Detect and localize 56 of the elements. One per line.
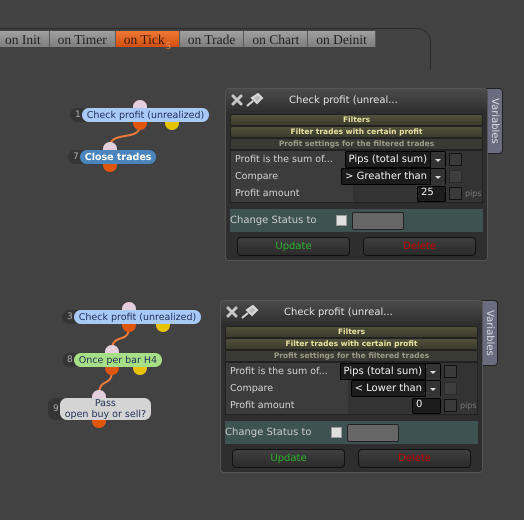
checkbox[interactable] xyxy=(449,187,462,200)
update-button[interactable]: Update xyxy=(232,449,345,468)
event-tab[interactable]: on Chart xyxy=(244,31,308,47)
field-label: Compare xyxy=(226,380,348,397)
caret-icon xyxy=(425,380,440,396)
node-label[interactable]: Pass open buy or sell? xyxy=(60,398,152,420)
input-port[interactable] xyxy=(105,345,119,353)
close-icon[interactable] xyxy=(231,94,243,106)
unit-label: pips xyxy=(465,189,480,198)
input-field[interactable] xyxy=(347,424,399,442)
dropdown[interactable]: Pips (total sum) xyxy=(344,151,446,168)
field-label: Profit is the sum of... xyxy=(231,151,345,168)
input-field[interactable] xyxy=(352,212,404,230)
output-port[interactable] xyxy=(103,164,117,172)
field-label: Compare xyxy=(231,168,342,185)
pin-icon[interactable] xyxy=(246,93,264,107)
output-port[interactable] xyxy=(122,324,136,332)
checkbox[interactable] xyxy=(444,399,457,412)
field-label: Profit amount xyxy=(226,397,348,414)
output-port[interactable] xyxy=(92,420,106,428)
event-tab[interactable]: on Timer xyxy=(50,31,116,47)
event-tab[interactable]: on Init xyxy=(0,31,50,47)
update-button[interactable]: Update xyxy=(237,237,350,256)
field-label: Profit is the sum of... xyxy=(226,363,340,380)
caret-icon xyxy=(430,168,445,184)
dropdown[interactable]: Pips (total sum) xyxy=(340,363,441,380)
checkbox[interactable] xyxy=(336,215,347,226)
node-label[interactable]: Check profit (unrealized) xyxy=(82,108,210,122)
panel-title: Check profit (unreal... xyxy=(289,94,398,106)
event-tab[interactable]: on Trade xyxy=(180,31,244,47)
event-tab[interactable]: on Tick$_{5}$ xyxy=(116,31,180,47)
checkbox[interactable] xyxy=(331,427,342,438)
node-label[interactable]: Close trades xyxy=(80,150,156,164)
input-port[interactable] xyxy=(92,390,106,398)
input-port[interactable] xyxy=(103,142,117,150)
close-icon[interactable] xyxy=(226,306,238,318)
else-port[interactable] xyxy=(156,324,170,332)
status-label: Change Status to xyxy=(230,215,318,226)
unit-label: pips xyxy=(460,401,475,410)
else-port[interactable] xyxy=(165,122,179,130)
output-port[interactable] xyxy=(133,122,147,130)
node-label[interactable]: Once per bar H4 xyxy=(74,353,162,367)
status-label: Change Status to xyxy=(225,427,313,438)
else-port[interactable] xyxy=(133,367,147,375)
number-field[interactable]: 0 xyxy=(412,398,441,414)
output-port[interactable] xyxy=(105,367,119,375)
field-label: Profit amount xyxy=(231,185,353,202)
input-port[interactable] xyxy=(133,100,147,108)
checkbox[interactable] xyxy=(449,153,462,166)
pin-icon[interactable] xyxy=(241,305,259,319)
panel-title: Check profit (unreal... xyxy=(284,306,393,318)
checkbox[interactable] xyxy=(444,365,457,378)
node-label[interactable]: Check profit (unrealized) xyxy=(74,310,202,324)
input-port[interactable] xyxy=(122,302,136,310)
event-tab[interactable]: on Deinit xyxy=(308,31,376,47)
number-field[interactable]: 25 xyxy=(417,186,446,202)
